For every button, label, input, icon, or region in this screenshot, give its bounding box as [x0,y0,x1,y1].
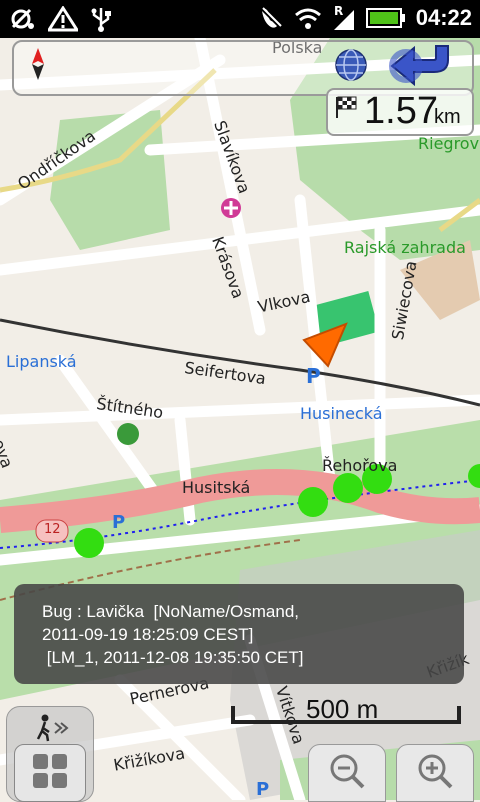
grid-menu-icon [33,754,67,788]
map-label-riegrovy: Riegrov [418,134,480,153]
finish-flag-icon [336,96,357,118]
zoom-in-icon [418,754,453,789]
popup-line-1: Bug : Lavička [NoName/Osmand, [42,602,300,621]
osmand-icon [11,8,34,29]
distance-value: 1.57 [364,90,438,132]
menu-button[interactable] [14,744,86,802]
walking-person-icon [36,714,69,742]
map-view[interactable]: P P P Polska Slavíkova Ondříčkova Riegro… [0,38,480,800]
svg-text:P: P [306,364,321,388]
map-label-route-number: 12 [44,522,61,537]
distance-unit: km [434,106,461,128]
map-label-rajska: Rajská zahrada [344,238,466,257]
popup-line-2: 2011-09-19 18:25:09 CEST] [42,625,254,644]
map-label-lipanska: Lipanská [6,352,77,371]
zoom-in-button[interactable] [396,744,474,802]
globe-icon[interactable] [334,48,368,82]
compass-icon[interactable] [26,46,50,82]
scale-label: 500 m [306,694,379,724]
svg-text:R: R [334,4,343,18]
clock: 04:22 [415,5,472,30]
back-to-location-button[interactable] [388,40,460,88]
usb-icon [91,8,111,32]
mute-icon [259,6,282,30]
warning-icon [48,6,78,32]
map-label-husinecka: Husinecká [300,404,383,423]
svg-text:P: P [112,512,125,533]
bug-info-popup[interactable]: Bug : Lavička [NoName/Osmand, 2011-09-19… [14,584,464,684]
zoom-out-icon [330,754,365,789]
zoom-out-button[interactable] [308,744,386,802]
status-left-icons [10,6,112,32]
popup-line-3: [LM_1, 2011-12-08 19:35:50 CET] [42,648,304,667]
wifi-icon [294,8,321,29]
status-right-icons: R 04:22 [258,4,472,32]
status-bar: R 04:22 [0,0,480,38]
battery-icon [365,8,405,28]
signal-roaming-icon: R [333,4,354,30]
map-label-husitska: Husitská [182,478,251,497]
map-label-rehorova: Řehořova [322,456,398,475]
svg-text:P: P [256,779,269,800]
